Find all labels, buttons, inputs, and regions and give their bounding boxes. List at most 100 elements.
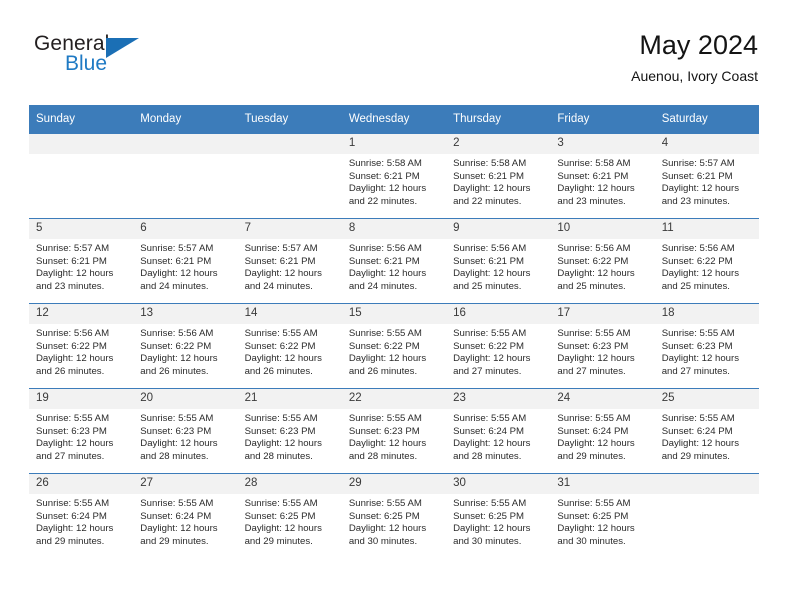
sunrise-time: Sunrise: 5:55 AM	[244, 498, 318, 509]
daylight-duration-line1: Daylight: 12 hours	[348, 523, 427, 535]
day-number: 21	[237, 389, 342, 409]
calendar-week-row: 12 Sunrise: 5:56 AM Sunset: 6:22 PM Dayligh…	[29, 303, 759, 389]
weekday-header-tuesday: Tuesday	[237, 105, 342, 134]
sunrise-time: Sunrise: 5:55 AM	[244, 413, 318, 424]
day-number: 31	[550, 474, 655, 494]
daylight-duration-line1: Daylight: 12 hours	[661, 353, 740, 365]
calendar-day-cell[interactable]: 5 Sunrise: 5:57 AM Sunset: 6:21 PM Daylight…	[29, 218, 134, 304]
day-number: 17	[550, 304, 655, 324]
daylight-duration-line2: and 25 minutes.	[557, 280, 626, 292]
calendar-day-cell[interactable]: 2 Sunrise: 5:58 AM Sunset: 6:21 PM Daylight…	[446, 133, 551, 219]
page-title: May 2024	[639, 30, 758, 60]
calendar-day-cell[interactable]: 16 Sunrise: 5:55 AM Sunset: 6:22 PM Dayligh…	[446, 303, 551, 389]
day-number: 26	[29, 474, 134, 494]
day-number: 11	[654, 219, 759, 239]
daylight-duration-line2: and 30 minutes.	[348, 535, 418, 547]
sunset-time: Sunset: 6:21 PM	[557, 170, 629, 182]
daylight-duration-line1: Daylight: 12 hours	[557, 438, 635, 450]
calendar-day-cell[interactable]: 31 Sunrise: 5:55 AM Sunset: 6:25 PM Dayligh…	[550, 473, 655, 558]
day-number	[133, 134, 238, 154]
calendar-day-cell[interactable]: 3 Sunrise: 5:58 AM Sunset: 6:21 PM Daylight…	[550, 133, 655, 219]
calendar-day-cell-empty	[654, 473, 759, 558]
daylight-duration-line1: Daylight: 12 hours	[557, 183, 635, 195]
daylight-duration-line1: Daylight: 12 hours	[140, 438, 218, 450]
sunrise-time: Sunrise: 5:55 AM	[453, 498, 527, 509]
calendar-day-cell[interactable]: 14 Sunrise: 5:55 AM Sunset: 6:22 PM Dayligh…	[237, 303, 342, 389]
daylight-duration-line1: Daylight: 12 hours	[36, 523, 114, 535]
sunset-time: Sunset: 6:22 PM	[453, 340, 525, 352]
day-details: Sunrise: 5:58 AM Sunset: 6:21 PM Daylight:…	[446, 154, 550, 208]
calendar-week-row: 26 Sunrise: 5:55 AM Sunset: 6:24 PM Dayligh…	[29, 473, 759, 558]
calendar-day-cell[interactable]: 19 Sunrise: 5:55 AM Sunset: 6:23 PM Dayligh…	[29, 388, 134, 474]
daylight-duration-line2: and 28 minutes.	[348, 450, 418, 462]
calendar-day-cell[interactable]: 12 Sunrise: 5:56 AM Sunset: 6:22 PM Dayligh…	[29, 303, 134, 389]
daylight-duration-line2: and 29 minutes.	[557, 450, 626, 462]
sunset-time: Sunset: 6:21 PM	[453, 255, 525, 267]
calendar-day-cell[interactable]: 10 Sunrise: 5:56 AM Sunset: 6:22 PM Dayligh…	[550, 218, 655, 304]
sunset-time: Sunset: 6:22 PM	[140, 340, 212, 352]
daylight-duration-line2: and 25 minutes.	[661, 280, 730, 292]
calendar-day-cell[interactable]: 27 Sunrise: 5:55 AM Sunset: 6:24 PM Dayligh…	[133, 473, 238, 558]
calendar-day-cell[interactable]: 30 Sunrise: 5:55 AM Sunset: 6:25 PM Dayligh…	[446, 473, 551, 558]
calendar-day-cell[interactable]: 6 Sunrise: 5:57 AM Sunset: 6:21 PM Daylight…	[133, 218, 238, 304]
general-blue-logo[interactable]: General Blue	[34, 32, 174, 88]
day-number: 20	[133, 389, 238, 409]
calendar-day-cell[interactable]: 15 Sunrise: 5:55 AM Sunset: 6:22 PM Dayligh…	[341, 303, 447, 389]
day-details: Sunrise: 5:56 AM Sunset: 6:22 PM Daylight:…	[29, 324, 133, 378]
calendar-day-cell[interactable]: 26 Sunrise: 5:55 AM Sunset: 6:24 PM Dayligh…	[29, 473, 134, 558]
calendar-day-cell[interactable]: 17 Sunrise: 5:55 AM Sunset: 6:23 PM Dayligh…	[550, 303, 655, 389]
calendar-day-cell[interactable]: 11 Sunrise: 5:56 AM Sunset: 6:22 PM Dayligh…	[654, 218, 759, 304]
calendar-day-cell-empty	[133, 133, 238, 219]
day-details: Sunrise: 5:55 AM Sunset: 6:23 PM Daylight:…	[238, 409, 342, 463]
calendar-day-cell[interactable]: 8 Sunrise: 5:56 AM Sunset: 6:21 PM Daylight…	[341, 218, 447, 304]
day-details: Sunrise: 5:55 AM Sunset: 6:23 PM Daylight:…	[342, 409, 446, 463]
day-details: Sunrise: 5:55 AM Sunset: 6:23 PM Daylight:…	[133, 409, 237, 463]
day-number: 7	[237, 219, 342, 239]
sunrise-time: Sunrise: 5:55 AM	[244, 328, 318, 339]
day-details: Sunrise: 5:55 AM Sunset: 6:23 PM Daylight:…	[655, 324, 759, 378]
day-details: Sunrise: 5:55 AM Sunset: 6:22 PM Daylight:…	[238, 324, 342, 378]
daylight-duration-line1: Daylight: 12 hours	[453, 183, 531, 195]
sunrise-time: Sunrise: 5:56 AM	[453, 243, 527, 254]
sunset-time: Sunset: 6:22 PM	[36, 340, 107, 352]
day-details: Sunrise: 5:56 AM Sunset: 6:21 PM Daylight:…	[342, 239, 446, 293]
sunrise-time: Sunrise: 5:55 AM	[36, 498, 110, 509]
calendar-day-cell[interactable]: 7 Sunrise: 5:57 AM Sunset: 6:21 PM Daylight…	[237, 218, 342, 304]
weekday-header-monday: Monday	[133, 105, 238, 134]
logo-text-blue: Blue	[65, 52, 108, 75]
calendar-day-cell[interactable]: 28 Sunrise: 5:55 AM Sunset: 6:25 PM Dayligh…	[237, 473, 342, 558]
calendar-day-cell[interactable]: 23 Sunrise: 5:55 AM Sunset: 6:24 PM Dayligh…	[446, 388, 551, 474]
calendar-day-cell[interactable]: 9 Sunrise: 5:56 AM Sunset: 6:21 PM Daylight…	[446, 218, 551, 304]
calendar-day-cell[interactable]: 21 Sunrise: 5:55 AM Sunset: 6:23 PM Dayligh…	[237, 388, 342, 474]
sunset-time: Sunset: 6:24 PM	[140, 510, 212, 522]
calendar-day-cell[interactable]: 13 Sunrise: 5:56 AM Sunset: 6:22 PM Dayligh…	[133, 303, 238, 389]
day-number: 29	[341, 474, 447, 494]
sunset-time: Sunset: 6:22 PM	[661, 255, 733, 267]
sunrise-time: Sunrise: 5:55 AM	[557, 413, 631, 424]
calendar-day-cell[interactable]: 18 Sunrise: 5:55 AM Sunset: 6:23 PM Dayligh…	[654, 303, 759, 389]
daylight-duration-line1: Daylight: 12 hours	[244, 268, 322, 280]
calendar-day-cell[interactable]: 25 Sunrise: 5:55 AM Sunset: 6:24 PM Dayligh…	[654, 388, 759, 474]
calendar-day-cell[interactable]: 4 Sunrise: 5:57 AM Sunset: 6:21 PM Daylight…	[654, 133, 759, 219]
day-number: 19	[29, 389, 134, 409]
daylight-duration-line2: and 30 minutes.	[557, 535, 626, 547]
sunrise-time: Sunrise: 5:57 AM	[140, 243, 214, 254]
calendar-day-cell[interactable]: 29 Sunrise: 5:55 AM Sunset: 6:25 PM Dayligh…	[341, 473, 447, 558]
daylight-duration-line2: and 28 minutes.	[140, 450, 209, 462]
sunset-time: Sunset: 6:21 PM	[661, 170, 733, 182]
day-details: Sunrise: 5:55 AM Sunset: 6:23 PM Daylight:…	[29, 409, 133, 463]
calendar-day-cell[interactable]: 20 Sunrise: 5:55 AM Sunset: 6:23 PM Dayligh…	[133, 388, 238, 474]
weekday-header-friday: Friday	[550, 105, 655, 134]
calendar-day-cell[interactable]: 24 Sunrise: 5:55 AM Sunset: 6:24 PM Dayligh…	[550, 388, 655, 474]
weekday-header-saturday: Saturday	[654, 105, 759, 134]
day-number	[29, 134, 134, 154]
sunrise-time: Sunrise: 5:58 AM	[348, 158, 422, 169]
calendar-day-cell-empty	[29, 133, 134, 219]
daylight-duration-line1: Daylight: 12 hours	[453, 268, 531, 280]
daylight-duration-line2: and 29 minutes.	[244, 535, 313, 547]
calendar-day-cell[interactable]: 1 Sunrise: 5:58 AM Sunset: 6:21 PM Daylight…	[341, 133, 447, 219]
sunset-time: Sunset: 6:21 PM	[348, 255, 420, 267]
calendar-day-cell[interactable]: 22 Sunrise: 5:55 AM Sunset: 6:23 PM Dayligh…	[341, 388, 447, 474]
sunset-time: Sunset: 6:25 PM	[244, 510, 316, 522]
sunrise-time: Sunrise: 5:57 AM	[244, 243, 318, 254]
